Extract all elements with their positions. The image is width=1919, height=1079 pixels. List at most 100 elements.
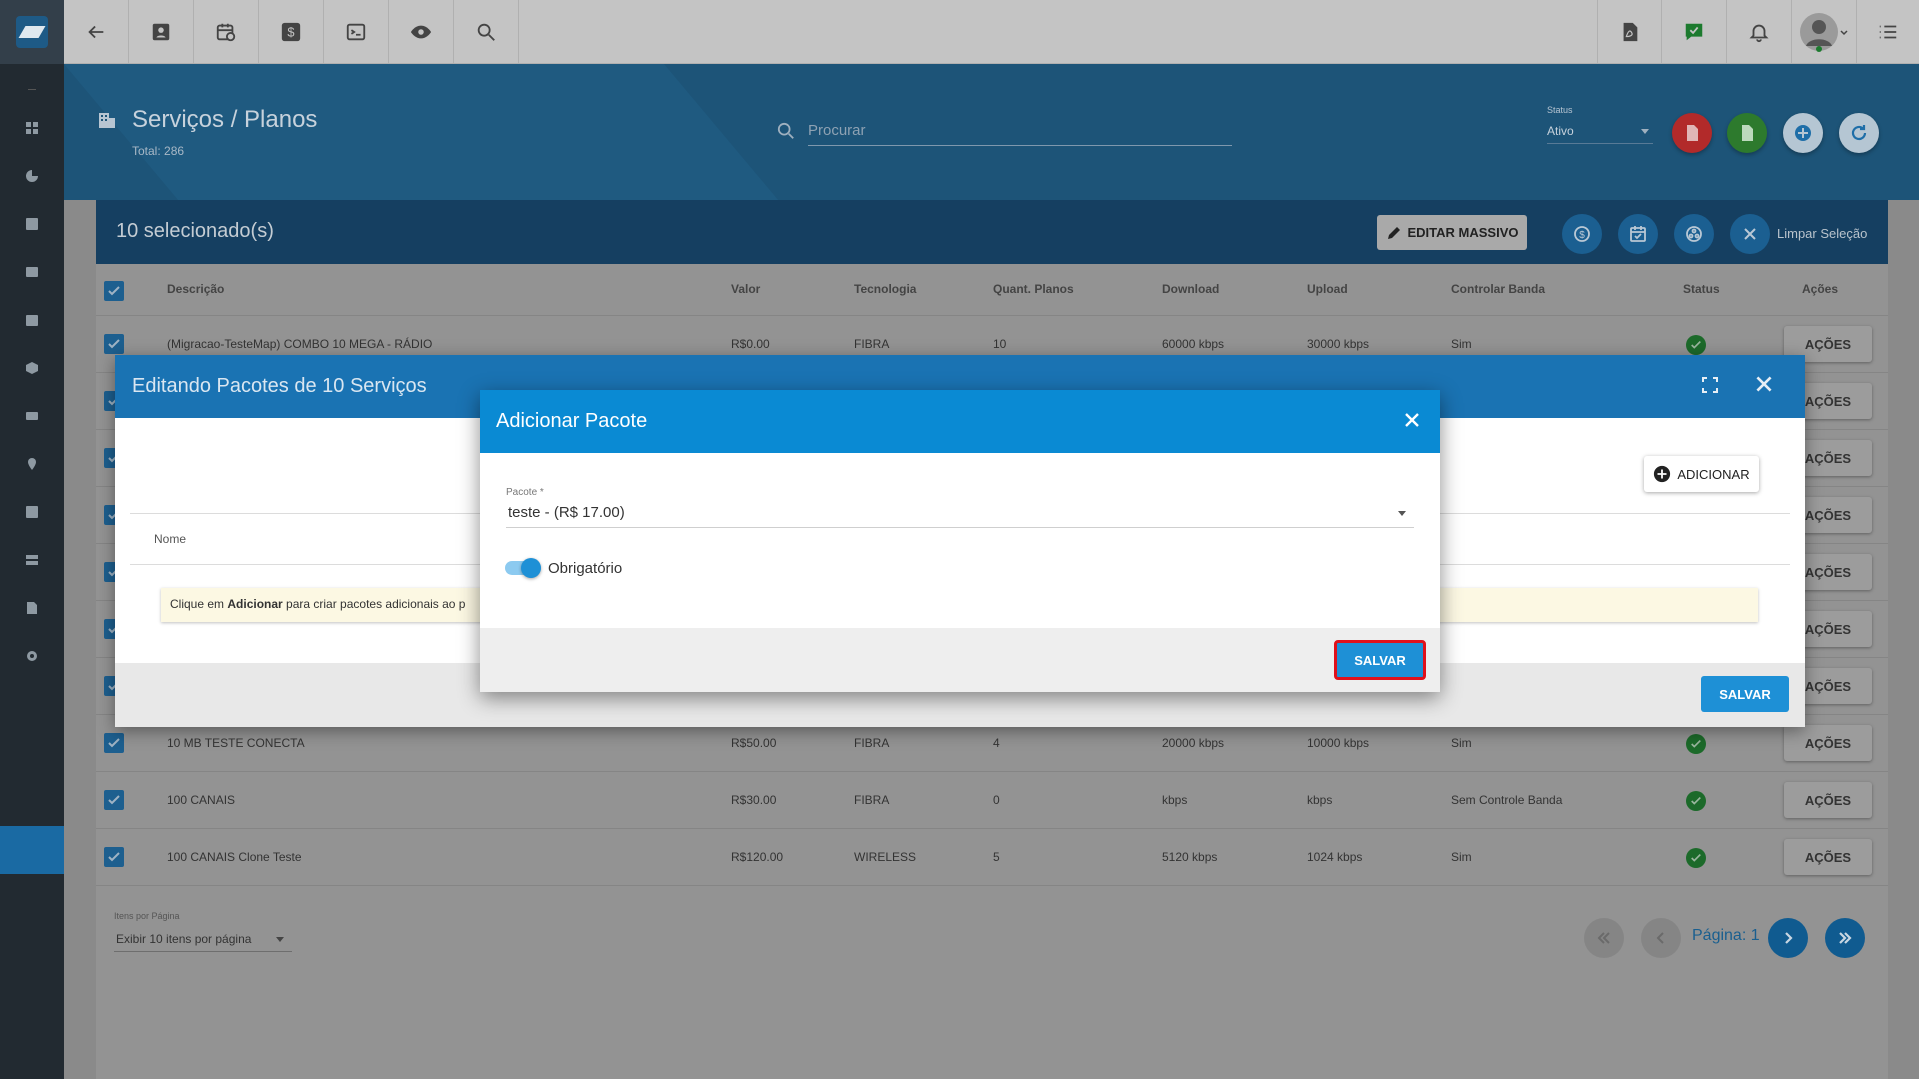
row-checkbox[interactable] bbox=[104, 334, 124, 354]
pie-chart-icon bbox=[25, 169, 39, 183]
refresh-button[interactable] bbox=[1839, 113, 1879, 153]
clear-selection-link[interactable]: Limpar Seleção bbox=[1777, 226, 1867, 241]
sidebar-item-network[interactable] bbox=[0, 536, 64, 584]
actions-button[interactable]: AÇÕES bbox=[1784, 725, 1872, 761]
col-descricao[interactable]: Descrição bbox=[167, 282, 224, 296]
sidebar-item-map[interactable] bbox=[0, 440, 64, 488]
finance-button[interactable]: $ bbox=[259, 0, 324, 64]
row-checkbox[interactable] bbox=[104, 790, 124, 810]
main-menu-button[interactable] bbox=[1857, 0, 1919, 64]
col-controlar-banda[interactable]: Controlar Banda bbox=[1451, 282, 1545, 296]
status-ok-icon bbox=[1686, 791, 1706, 811]
required-toggle[interactable] bbox=[505, 558, 541, 578]
col-quant-planos[interactable]: Quant. Planos bbox=[993, 282, 1074, 296]
sidebar-item-settings[interactable] bbox=[0, 632, 64, 680]
export-excel-button[interactable] bbox=[1727, 113, 1767, 153]
server-icon bbox=[25, 553, 39, 567]
col-valor[interactable]: Valor bbox=[731, 282, 760, 296]
view-button[interactable] bbox=[389, 0, 454, 64]
row-checkbox[interactable] bbox=[104, 733, 124, 753]
package-select-value: teste - (R$ 17.00) bbox=[508, 504, 625, 521]
add-package-button[interactable]: ADICIONAR bbox=[1644, 456, 1759, 492]
caret-down-icon bbox=[1398, 511, 1406, 516]
sidebar-item-inventory[interactable] bbox=[0, 344, 64, 392]
first-page-button[interactable] bbox=[1584, 918, 1624, 958]
last-page-button[interactable] bbox=[1825, 918, 1865, 958]
bulk-edit-button[interactable]: EDITAR MASSIVO bbox=[1377, 215, 1527, 250]
app-logo[interactable] bbox=[0, 0, 64, 64]
back-button[interactable] bbox=[64, 0, 129, 64]
sidebar-item-services[interactable] bbox=[0, 826, 64, 874]
dollar-circle-icon: $ bbox=[1572, 224, 1592, 244]
col-upload[interactable]: Upload bbox=[1307, 282, 1348, 296]
col-tecnologia[interactable]: Tecnologia bbox=[854, 282, 916, 296]
save-package-button[interactable]: SALVAR bbox=[1334, 640, 1426, 680]
package-select[interactable]: teste - (R$ 17.00) bbox=[506, 502, 1414, 528]
add-package-dialog-title: Adicionar Pacote bbox=[496, 410, 648, 432]
cell-controlar-banda: Sim bbox=[1451, 850, 1472, 864]
sidebar-item-finance[interactable] bbox=[0, 392, 64, 440]
row-checkbox[interactable] bbox=[104, 847, 124, 867]
page-title: Serviços / Planos bbox=[132, 106, 318, 133]
pdf-report-button[interactable] bbox=[1597, 0, 1662, 64]
select-all-checkbox[interactable] bbox=[104, 281, 124, 301]
tasks-button[interactable] bbox=[1662, 0, 1727, 64]
list-icon bbox=[25, 505, 39, 519]
terminal-button[interactable] bbox=[324, 0, 389, 64]
notice-text-prefix: Clique em bbox=[170, 597, 228, 611]
bulk-schedule-button[interactable] bbox=[1618, 214, 1658, 254]
sidebar-item-documents[interactable] bbox=[0, 584, 64, 632]
sidebar-item-clients[interactable] bbox=[0, 200, 64, 248]
schedule-button[interactable] bbox=[194, 0, 259, 64]
items-per-page-select[interactable]: Exibir 10 itens por página bbox=[114, 926, 292, 952]
save-packages-button[interactable]: SALVAR bbox=[1701, 676, 1789, 712]
col-download[interactable]: Download bbox=[1162, 282, 1219, 296]
actions-button[interactable]: AÇÕES bbox=[1784, 782, 1872, 818]
cell-quant-planos: 5 bbox=[993, 850, 1000, 864]
eye-icon bbox=[410, 21, 432, 43]
notice-text-bold: Adicionar bbox=[227, 597, 283, 611]
cell-download: 20000 kbps bbox=[1162, 736, 1225, 750]
contact-card-icon bbox=[25, 217, 39, 231]
circles-icon bbox=[1684, 224, 1704, 244]
sidebar-item-dashboard[interactable] bbox=[0, 104, 64, 152]
prev-page-button[interactable] bbox=[1641, 918, 1681, 958]
bulk-edit-label: EDITAR MASSIVO bbox=[1407, 225, 1519, 240]
user-menu[interactable] bbox=[1792, 0, 1857, 64]
notifications-button[interactable] bbox=[1727, 0, 1792, 64]
sidebar-item-tickets[interactable] bbox=[0, 488, 64, 536]
money-icon bbox=[25, 409, 39, 423]
export-pdf-button[interactable] bbox=[1672, 113, 1712, 153]
contacts-button[interactable] bbox=[129, 0, 194, 64]
search-button[interactable] bbox=[454, 0, 519, 64]
sidebar-item-contracts[interactable] bbox=[0, 248, 64, 296]
add-service-button[interactable] bbox=[1783, 113, 1823, 153]
cell-quant-planos: 0 bbox=[993, 793, 1000, 807]
building-icon bbox=[97, 110, 117, 130]
edit-packages-dialog-title: Editando Pacotes de 10 Serviços bbox=[132, 375, 427, 397]
sidebar-item-reports[interactable] bbox=[0, 152, 64, 200]
sidebar bbox=[0, 64, 64, 1079]
selection-count: 10 selecionado(s) bbox=[116, 220, 274, 242]
bulk-price-button[interactable]: $ bbox=[1562, 214, 1602, 254]
status-filter-select[interactable]: Ativo bbox=[1547, 118, 1653, 144]
top-bar: $ bbox=[0, 0, 1919, 64]
bulk-cancel-button[interactable] bbox=[1730, 214, 1770, 254]
logo-mark bbox=[16, 16, 48, 48]
table-row[interactable]: 100 CANAIS R$30.00 FIBRA 0 kbps kbps Sem… bbox=[96, 772, 1888, 829]
calendar-icon bbox=[25, 313, 39, 327]
search-input[interactable] bbox=[808, 116, 1232, 146]
next-page-button[interactable] bbox=[1768, 918, 1808, 958]
fullscreen-icon[interactable] bbox=[1700, 375, 1720, 395]
actions-button[interactable]: AÇÕES bbox=[1784, 839, 1872, 875]
bulk-packages-button[interactable] bbox=[1674, 214, 1714, 254]
required-toggle-label: Obrigatório bbox=[548, 560, 623, 577]
close-icon[interactable] bbox=[1753, 373, 1775, 395]
excel-file-icon bbox=[1737, 123, 1757, 143]
sidebar-item-schedule[interactable] bbox=[0, 296, 64, 344]
selection-bar: 10 selecionado(s) EDITAR MASSIVO $ Limpa… bbox=[96, 200, 1888, 264]
col-status[interactable]: Status bbox=[1683, 282, 1720, 296]
table-row[interactable]: 100 CANAIS Clone Teste R$120.00 WIRELESS… bbox=[96, 829, 1888, 886]
close-icon[interactable] bbox=[1402, 410, 1422, 430]
plus-circle-icon bbox=[1653, 465, 1671, 483]
